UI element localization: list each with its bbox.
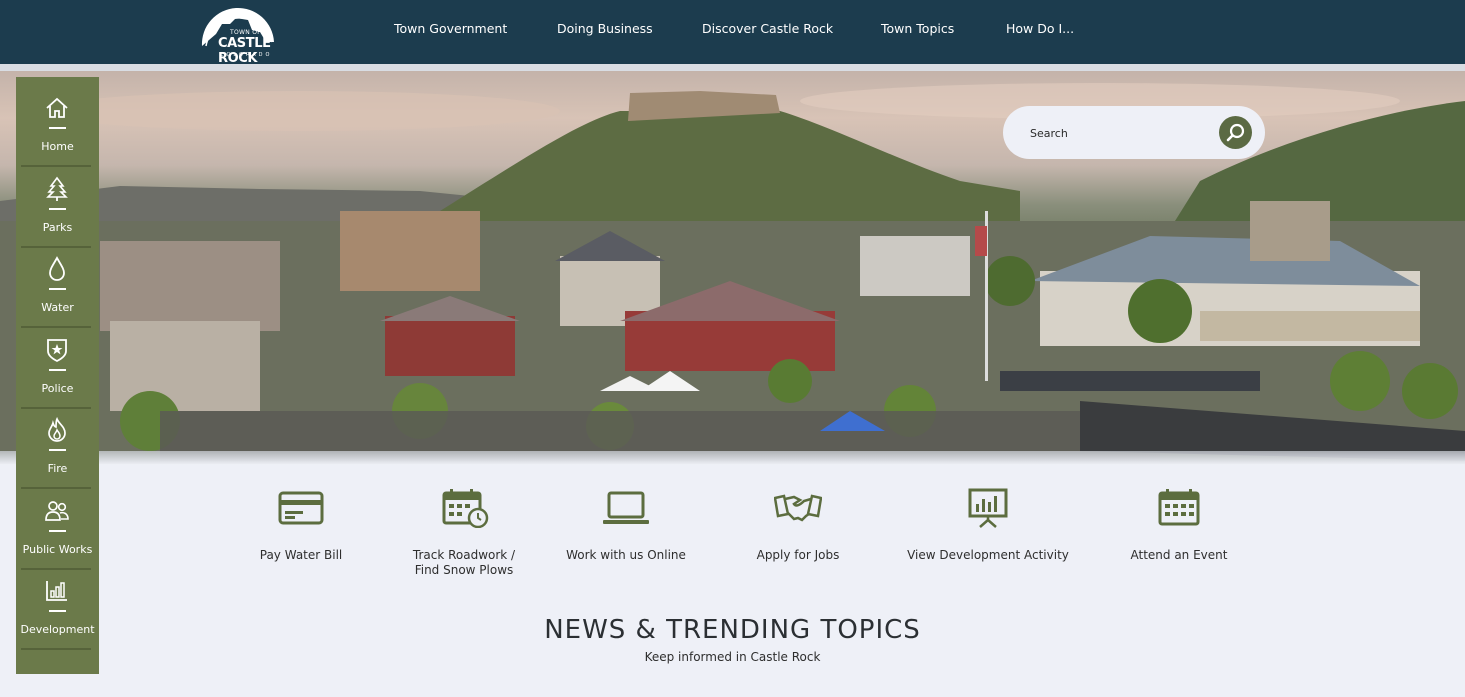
- news-section-title: NEWS & TRENDING TOPICS: [544, 615, 921, 645]
- magnifier-icon: [1226, 123, 1245, 142]
- sidebar-item-water[interactable]: Water: [16, 242, 99, 328]
- sidebar-dash: [49, 449, 66, 451]
- logo-colorado: COLORADO: [220, 52, 273, 58]
- home-icon: [46, 97, 68, 118]
- search-button[interactable]: [1219, 116, 1252, 149]
- laptop-icon: [603, 491, 649, 524]
- news-section-subtitle: Keep informed in Castle Rock: [644, 650, 821, 664]
- tree-icon: [46, 176, 68, 201]
- sidebar-dash: [49, 208, 66, 210]
- bar-chart-icon: [46, 581, 67, 601]
- sidebar-item-label: Parks: [42, 221, 73, 234]
- sidebar-item-label: Fire: [47, 462, 68, 475]
- sidebar-item-public-works[interactable]: Public Works: [16, 484, 99, 570]
- sidebar-dash: [49, 530, 66, 532]
- quick-link-development-activity[interactable]: View Development Activity: [902, 486, 1074, 586]
- logo-castle-rock: CASTLE ROCK: [218, 36, 271, 66]
- nav-town-government[interactable]: Town Government: [394, 21, 507, 36]
- quick-link-track-roadwork[interactable]: Track Roadwork / Find Snow Plows: [406, 486, 522, 586]
- quick-link-pay-water-bill[interactable]: Pay Water Bill: [256, 486, 346, 586]
- quick-link-label: Pay Water Bill: [259, 548, 343, 562]
- sidebar-dash: [49, 127, 66, 129]
- quick-link-label: Work with us Online: [566, 548, 686, 562]
- quick-link-label-line1: Track Roadwork /: [412, 548, 516, 562]
- sidebar-dash: [49, 369, 66, 371]
- quick-link-work-online[interactable]: Work with us Online: [562, 486, 690, 586]
- nav-doing-business[interactable]: Doing Business: [557, 21, 653, 36]
- nav-town-topics[interactable]: Town Topics: [881, 21, 954, 36]
- nav-how-do-i[interactable]: How Do I...: [1006, 21, 1074, 36]
- sidebar-item-label: Police: [41, 382, 74, 395]
- sidebar-item-label: Home: [41, 140, 74, 153]
- quick-link-attend-event[interactable]: Attend an Event: [1126, 486, 1232, 586]
- sidebar-dash: [49, 288, 66, 290]
- sidebar-item-home[interactable]: Home: [16, 81, 99, 167]
- sidebar-item-label: Public Works: [22, 543, 93, 556]
- card-icon: [278, 491, 324, 525]
- quick-link-apply-jobs[interactable]: Apply for Jobs: [750, 486, 846, 586]
- quick-link-label-line2: Find Snow Plows: [414, 563, 514, 577]
- handshake-icon: [774, 494, 822, 522]
- hero-bottom-fade: [0, 451, 1465, 465]
- calendar-icon: [1158, 489, 1200, 526]
- quick-nav-sidebar: Home Parks Water Police Fire Public Work…: [16, 77, 99, 674]
- water-drop-icon: [49, 256, 65, 281]
- fire-icon: [48, 417, 66, 442]
- nav-discover-castle-rock[interactable]: Discover Castle Rock: [702, 21, 833, 36]
- sidebar-item-parks[interactable]: Parks: [16, 162, 99, 248]
- quick-link-label: Apply for Jobs: [756, 548, 840, 562]
- people-icon: [45, 501, 69, 521]
- town-logo[interactable]: TOWN OF CASTLE ROCK COLORADO: [200, 2, 296, 66]
- logo-town-of: TOWN OF: [230, 29, 261, 36]
- quick-link-label: Attend an Event: [1130, 548, 1228, 562]
- presentation-chart-icon: [968, 488, 1008, 528]
- quick-link-label: View Development Activity: [907, 548, 1069, 562]
- police-badge-icon: [47, 339, 67, 363]
- search-input[interactable]: [1030, 118, 1210, 148]
- sidebar-item-label: Water: [41, 301, 74, 314]
- sidebar-dash: [49, 610, 66, 612]
- sidebar-item-police[interactable]: Police: [16, 323, 99, 409]
- calendar-clock-icon: [442, 489, 489, 528]
- sidebar-item-fire[interactable]: Fire: [16, 403, 99, 489]
